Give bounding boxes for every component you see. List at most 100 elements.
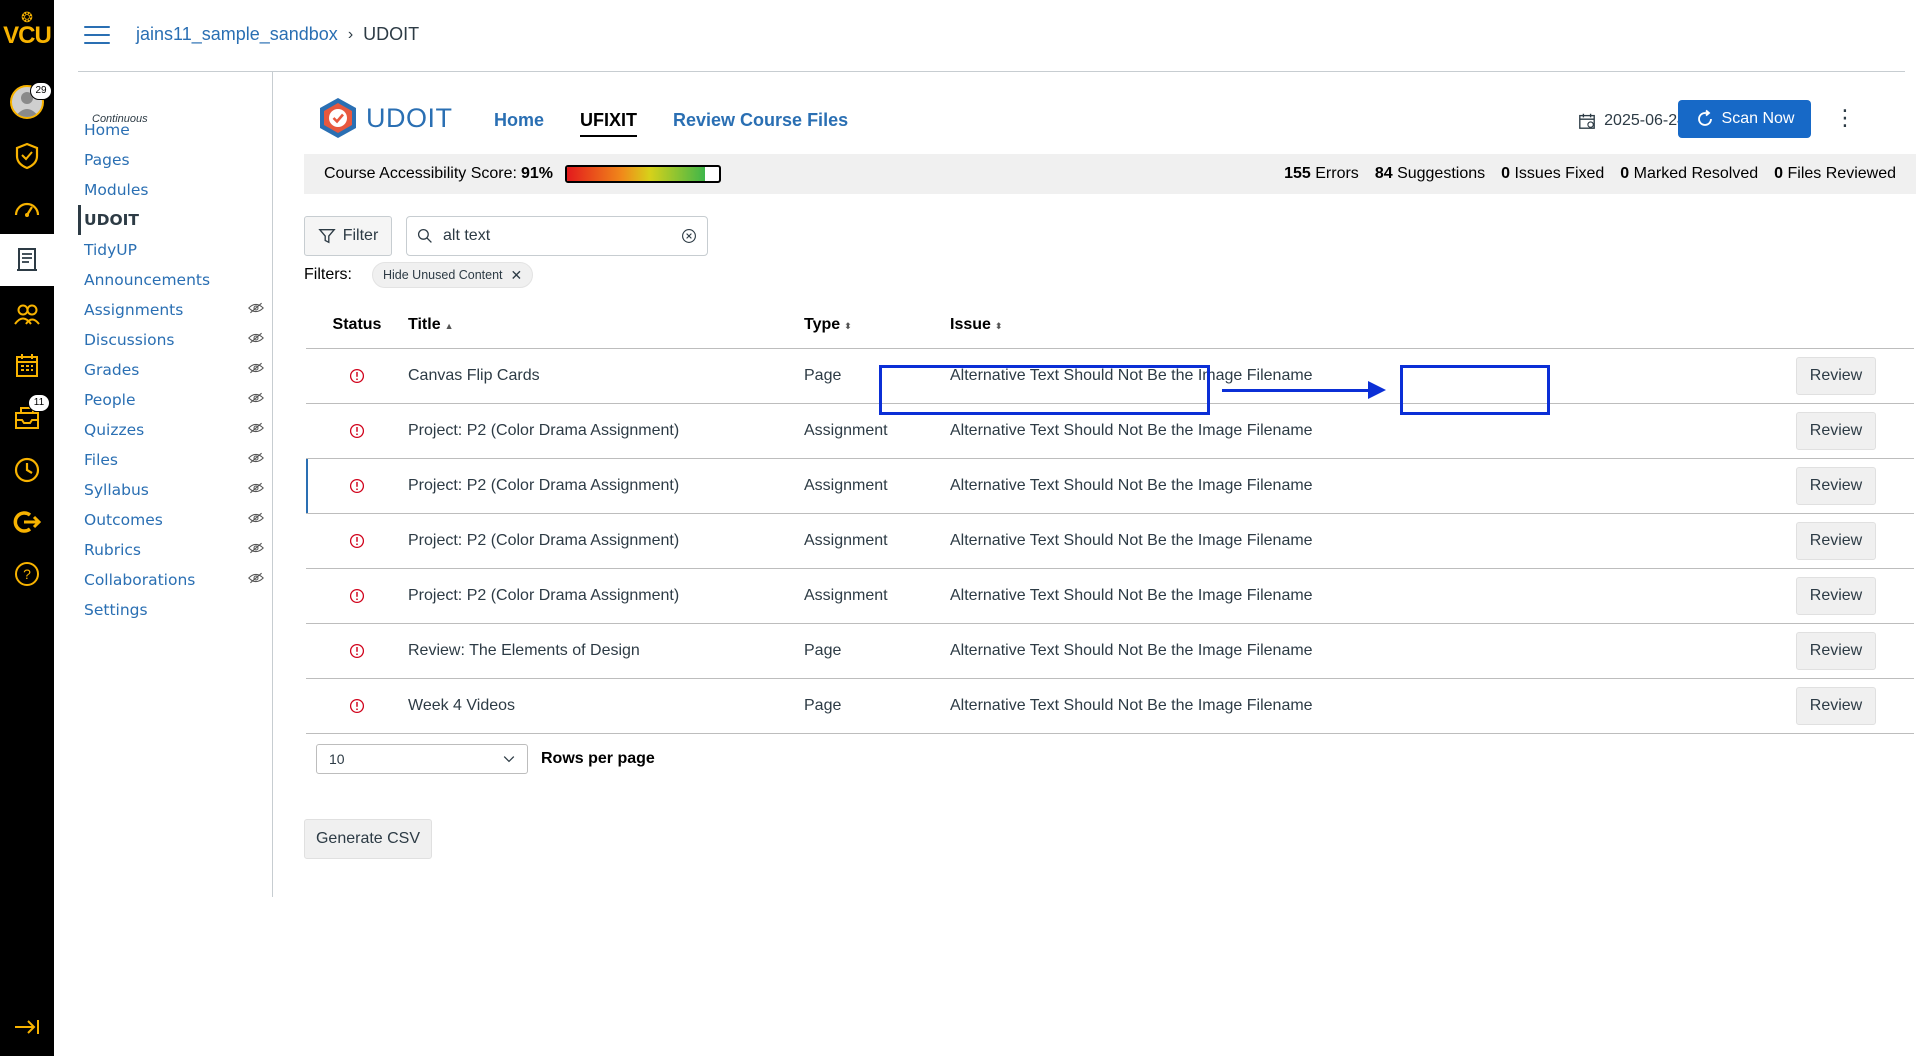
account-nav[interactable]: 29 [0, 76, 54, 128]
courses-nav[interactable] [0, 234, 54, 286]
hidden-eye-icon [248, 361, 264, 379]
course-nav-item-outcomes[interactable]: Outcomes [84, 505, 268, 535]
groups-icon [14, 304, 40, 325]
tab-review-course-files[interactable]: Review Course Files [673, 110, 848, 137]
stat-suggestions: 84 Suggestions [1374, 165, 1486, 182]
hidden-eye-icon [248, 391, 264, 409]
table-row[interactable]: Review: The Elements of Design Page Altern… [306, 623, 1914, 679]
dashboard-icon [14, 202, 40, 217]
clear-search-icon[interactable] [681, 228, 697, 244]
error-icon [349, 423, 365, 438]
course-nav-item-label: Modules [84, 181, 149, 199]
calendar-nav[interactable] [0, 340, 54, 392]
filter-chip-hide-unused[interactable]: Hide Unused Content ✕ [372, 262, 534, 288]
rows-per-page-select[interactable]: 10 [316, 744, 528, 774]
course-nav-item-quizzes[interactable]: Quizzes [84, 415, 268, 445]
courses-icon [17, 248, 37, 271]
share-arrow-icon [13, 511, 42, 533]
row-issue: Alternative Text Should Not Be the Image… [950, 458, 1472, 514]
search-input[interactable] [443, 227, 671, 245]
row-action: Review [1472, 568, 1914, 624]
tab-ufixit[interactable]: UFIXIT [580, 110, 638, 137]
col-issue[interactable]: Issue ⬍ [950, 302, 1472, 349]
collapse-nav-button[interactable] [0, 1017, 54, 1042]
review-button[interactable]: Review [1796, 411, 1876, 450]
course-nav-item-udoit[interactable]: UDOIT [78, 205, 262, 235]
scan-now-button[interactable]: Scan Now [1678, 100, 1811, 138]
search-box [406, 216, 708, 256]
row-title: Project: P2 (Color Drama Assignment) [408, 403, 804, 459]
course-nav-item-assignments[interactable]: Assignments [84, 295, 268, 325]
row-issue: Alternative Text Should Not Be the Image… [950, 623, 1472, 679]
col-title[interactable]: Title ▲ [408, 302, 804, 349]
table-row[interactable]: Project: P2 (Color Drama Assignment) Assi… [306, 458, 1914, 514]
col-action [1472, 302, 1914, 349]
course-nav-item-syllabus[interactable]: Syllabus [84, 475, 268, 505]
sort-icon: ⬍ [994, 320, 1003, 331]
course-nav-item-files[interactable]: Files [84, 445, 268, 475]
row-status [306, 458, 408, 514]
course-nav-item-label: UDOIT [84, 211, 139, 229]
course-nav-item-label: Assignments [84, 301, 184, 319]
commons-nav[interactable] [0, 496, 54, 548]
dashboard-nav[interactable] [0, 184, 54, 236]
annotation-review-highlight [1400, 365, 1550, 415]
rows-per-page-value: 10 [329, 751, 345, 767]
breadcrumb-course-link[interactable]: jains11_sample_sandbox [136, 24, 338, 45]
course-nav-item-discussions[interactable]: Discussions [84, 325, 268, 355]
course-nav-item-people[interactable]: People [84, 385, 268, 415]
stat-errors: 155 Errors [1284, 165, 1359, 182]
course-nav-item-label: Pages [84, 151, 130, 169]
app-tabs: Home UFIXIT Review Course Files [494, 110, 848, 137]
review-button[interactable]: Review [1796, 631, 1876, 670]
table-row[interactable]: Project: P2 (Color Drama Assignment) Assi… [306, 568, 1914, 624]
review-button[interactable]: Review [1796, 356, 1876, 395]
col-status: Status [306, 302, 408, 349]
svg-text:?: ? [23, 566, 31, 582]
course-nav-item-settings[interactable]: Settings [84, 595, 268, 625]
review-button[interactable]: Review [1796, 521, 1876, 560]
history-nav[interactable] [0, 444, 54, 496]
vcu-logo[interactable]: ❂ VCU [0, 10, 54, 48]
close-icon[interactable]: ✕ [511, 267, 523, 284]
inbox-badge: 11 [28, 394, 50, 412]
course-nav-item-pages[interactable]: Pages [84, 145, 268, 175]
table-row[interactable]: Week 4 Videos Page Alternative Text Should… [306, 678, 1914, 734]
help-nav[interactable]: ? [0, 548, 54, 600]
course-nav-item-label: Home [84, 121, 130, 139]
tab-home[interactable]: Home [494, 110, 544, 137]
hidden-eye-icon [248, 301, 264, 319]
generate-csv-button[interactable]: Generate CSV [304, 819, 432, 859]
course-nav-item-collaborations[interactable]: Collaborations [84, 565, 268, 595]
menu-toggle-icon[interactable] [84, 26, 110, 46]
course-nav-item-rubrics[interactable]: Rubrics [84, 535, 268, 565]
error-icon [349, 478, 365, 493]
course-nav-item-tidyup[interactable]: TidyUP [84, 235, 268, 265]
row-status [306, 513, 408, 569]
course-nav-item-announcements[interactable]: Announcements [84, 265, 268, 295]
review-button[interactable]: Review [1796, 576, 1876, 615]
filter-label: Filter [342, 227, 379, 244]
hidden-eye-icon [248, 481, 264, 499]
hidden-eye-icon [248, 511, 264, 529]
filter-button[interactable]: Filter [304, 216, 392, 256]
admin-nav[interactable] [0, 130, 54, 182]
course-nav-item-grades[interactable]: Grades [84, 355, 268, 385]
col-type[interactable]: Type ⬍ [804, 302, 950, 349]
table-row[interactable]: Project: P2 (Color Drama Assignment) Assi… [306, 513, 1914, 569]
account-badge: 29 [30, 82, 52, 100]
row-issue: Alternative Text Should Not Be the Image… [950, 513, 1472, 569]
review-button[interactable]: Review [1796, 466, 1876, 505]
score-label: Course Accessibility Score: [324, 165, 517, 182]
review-button[interactable]: Review [1796, 686, 1876, 725]
row-title: Review: The Elements of Design [408, 623, 804, 679]
more-options-icon[interactable]: ⋮ [1834, 107, 1856, 129]
row-title: Project: P2 (Color Drama Assignment) [408, 513, 804, 569]
clock-icon [14, 457, 40, 483]
course-nav-item-modules[interactable]: Modules [84, 175, 268, 205]
sort-icon: ⬍ [844, 320, 852, 331]
course-nav-item-home[interactable]: Home [84, 115, 268, 145]
groups-nav[interactable] [0, 288, 54, 340]
course-nav-item-label: Discussions [84, 331, 175, 349]
inbox-nav[interactable]: 11 [0, 392, 54, 444]
